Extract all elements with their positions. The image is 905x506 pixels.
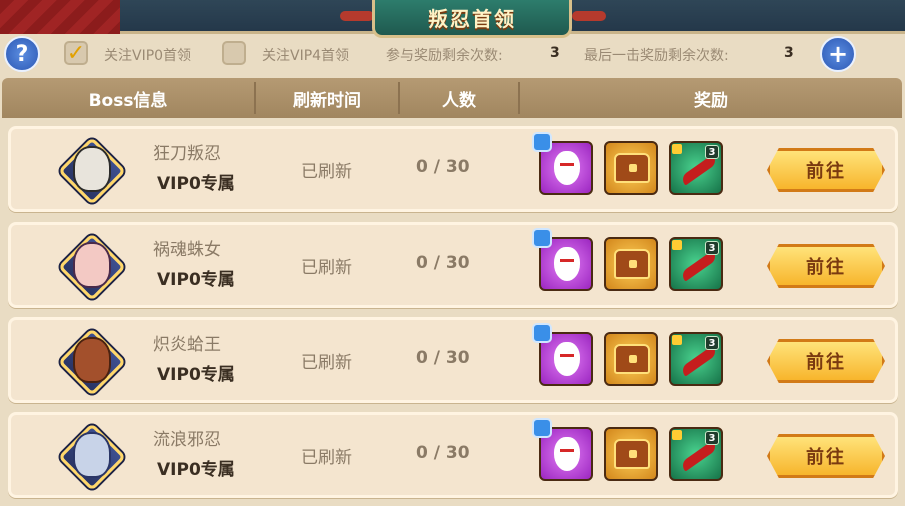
reward-chest[interactable] bbox=[604, 332, 658, 386]
reward-count-badge: 3 bbox=[705, 431, 719, 445]
mask-icon bbox=[554, 247, 580, 281]
people-count: 0 / 30 bbox=[416, 253, 470, 273]
chest-icon bbox=[614, 439, 650, 469]
boss-tier: VIP0专属 bbox=[157, 270, 235, 290]
fragment-icon bbox=[672, 335, 682, 345]
boss-row: 炽炎蛤王 VIP0专属 已刷新 0 / 30 3 前往 bbox=[8, 317, 898, 403]
mask-icon bbox=[554, 437, 580, 471]
reward-count-badge: 3 bbox=[705, 336, 719, 350]
join-reward-count: 3 bbox=[550, 45, 560, 61]
fragment-icon bbox=[672, 144, 682, 154]
blade-icon bbox=[679, 345, 719, 377]
rope-right bbox=[572, 11, 606, 21]
follow-vip4-label: 关注VIP4首领 bbox=[262, 48, 350, 64]
refresh-status: 已刷新 bbox=[301, 353, 352, 373]
page-title: 叛忍首领 bbox=[372, 0, 572, 38]
boss-row: 祸魂蛛女 VIP0专属 已刷新 0 / 30 3 前往 bbox=[8, 222, 898, 308]
reward-count-badge: 3 bbox=[705, 241, 719, 255]
mask-icon bbox=[554, 342, 580, 376]
chest-icon bbox=[614, 344, 650, 374]
boss-row: 狂刀叛忍 VIP0专属 已刷新 0 / 30 3 前往 bbox=[8, 126, 898, 212]
boss-portrait-icon bbox=[73, 337, 111, 383]
puzzle-icon bbox=[532, 418, 552, 438]
col-boss-info: Boss信息 bbox=[88, 90, 168, 111]
puzzle-icon bbox=[532, 323, 552, 343]
reward-mask-fragment[interactable] bbox=[532, 132, 593, 195]
boss-avatar bbox=[55, 230, 129, 304]
puzzle-icon bbox=[532, 132, 552, 152]
reward-count-badge: 3 bbox=[705, 145, 719, 159]
col-people: 人数 bbox=[442, 90, 476, 111]
boss-name: 流浪邪忍 bbox=[153, 430, 221, 450]
reward-mask-fragment[interactable] bbox=[532, 228, 593, 291]
chest-icon bbox=[614, 153, 650, 183]
mask-icon bbox=[554, 151, 580, 185]
fragment-icon bbox=[672, 240, 682, 250]
boss-tier: VIP0专属 bbox=[157, 365, 235, 385]
status-bar: ? ✓ 关注VIP0首领 关注VIP4首领 参与奖励剩余次数: 3 最后一击奖励… bbox=[0, 36, 905, 76]
last-hit-label: 最后一击奖励剩余次数: bbox=[584, 48, 729, 64]
banner-stripe bbox=[0, 0, 120, 34]
col-reward: 奖励 bbox=[694, 90, 728, 111]
reward-mask-fragment[interactable] bbox=[532, 418, 593, 481]
boss-tier: VIP0专属 bbox=[157, 174, 235, 194]
reward-blade[interactable]: 3 bbox=[669, 141, 723, 195]
boss-name: 狂刀叛忍 bbox=[153, 144, 221, 164]
table-header: Boss信息 刷新时间 人数 奖励 bbox=[2, 78, 902, 118]
help-button[interactable]: ? bbox=[4, 36, 40, 72]
reward-blade[interactable]: 3 bbox=[669, 237, 723, 291]
go-button[interactable]: 前往 bbox=[767, 148, 885, 192]
reward-mask-fragment[interactable] bbox=[532, 323, 593, 386]
boss-avatar bbox=[55, 325, 129, 399]
fragment-icon bbox=[672, 430, 682, 440]
people-count: 0 / 30 bbox=[416, 157, 470, 177]
follow-vip0-label: 关注VIP0首领 bbox=[104, 48, 192, 64]
reward-blade[interactable]: 3 bbox=[669, 427, 723, 481]
puzzle-icon bbox=[532, 228, 552, 248]
go-button[interactable]: 前往 bbox=[767, 244, 885, 288]
boss-name: 炽炎蛤王 bbox=[153, 335, 221, 355]
boss-name: 祸魂蛛女 bbox=[153, 240, 221, 260]
boss-row: 流浪邪忍 VIP0专属 已刷新 0 / 30 3 前往 bbox=[8, 412, 898, 498]
blade-icon bbox=[679, 154, 719, 186]
boss-avatar bbox=[55, 420, 129, 494]
last-hit-count: 3 bbox=[784, 45, 794, 61]
boss-portrait-icon bbox=[73, 432, 111, 478]
follow-vip0-checkbox[interactable]: ✓ bbox=[64, 40, 88, 66]
blade-icon bbox=[679, 250, 719, 282]
people-count: 0 / 30 bbox=[416, 443, 470, 463]
add-attempts-button[interactable]: + bbox=[820, 36, 856, 72]
boss-tier: VIP0专属 bbox=[157, 460, 235, 480]
checkmark-icon: ✓ bbox=[66, 40, 86, 66]
blade-icon bbox=[679, 440, 719, 472]
join-reward-label: 参与奖励剩余次数: bbox=[386, 48, 503, 64]
reward-blade[interactable]: 3 bbox=[669, 332, 723, 386]
reward-chest[interactable] bbox=[604, 427, 658, 481]
refresh-status: 已刷新 bbox=[301, 162, 352, 182]
chest-icon bbox=[614, 249, 650, 279]
go-button[interactable]: 前往 bbox=[767, 339, 885, 383]
col-refresh-time: 刷新时间 bbox=[293, 90, 361, 111]
boss-avatar bbox=[55, 134, 129, 208]
go-button[interactable]: 前往 bbox=[767, 434, 885, 478]
refresh-status: 已刷新 bbox=[301, 258, 352, 278]
people-count: 0 / 30 bbox=[416, 348, 470, 368]
reward-chest[interactable] bbox=[604, 237, 658, 291]
rope-left bbox=[340, 11, 374, 21]
refresh-status: 已刷新 bbox=[301, 448, 352, 468]
boss-portrait-icon bbox=[73, 242, 111, 288]
boss-portrait-icon bbox=[73, 146, 111, 192]
follow-vip4-checkbox[interactable] bbox=[222, 41, 246, 65]
reward-chest[interactable] bbox=[604, 141, 658, 195]
